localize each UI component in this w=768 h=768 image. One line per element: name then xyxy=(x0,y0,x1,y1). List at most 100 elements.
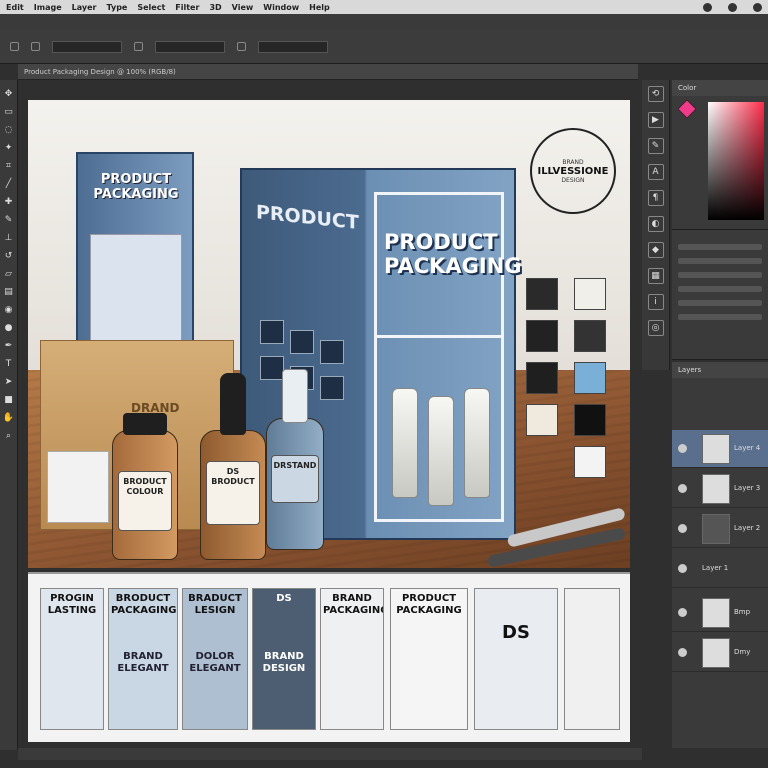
visibility-eye-icon[interactable] xyxy=(678,444,687,453)
big-box-front-title: PRODUCT PACKAGING xyxy=(384,230,522,278)
eraser-tool-icon[interactable]: ▱ xyxy=(3,268,15,280)
swatch-tile xyxy=(574,362,606,394)
menu-item-image[interactable]: Image xyxy=(34,3,62,12)
foreground-color-swatch[interactable] xyxy=(677,99,697,119)
lasso-tool-icon[interactable]: ◌ xyxy=(3,124,15,136)
swatch-tile xyxy=(574,446,606,478)
window-title-bar xyxy=(0,14,768,30)
document-tab[interactable]: Product Packaging Design @ 100% (RGB/8) xyxy=(18,64,638,80)
character-panel-icon[interactable]: A xyxy=(647,164,664,180)
info-panel-icon[interactable]: i xyxy=(647,294,664,310)
history-panel-icon[interactable]: ⟲ xyxy=(647,86,664,102)
history-brush-icon[interactable]: ↺ xyxy=(3,250,15,262)
menu-item-type[interactable]: Type xyxy=(106,3,127,12)
color-panel: Color xyxy=(672,80,768,230)
gradient-tool-icon[interactable]: ▤ xyxy=(3,286,15,298)
bottle-amber: DS BRODUCT xyxy=(200,373,266,560)
swatch-tile xyxy=(574,320,606,352)
styles-panel-icon[interactable]: ◆ xyxy=(647,242,664,258)
paragraph-panel-icon[interactable]: ¶ xyxy=(647,190,664,206)
option-toggle-3[interactable] xyxy=(237,42,246,51)
crop-tool-icon[interactable]: ⌗ xyxy=(3,160,15,172)
menu-item-view[interactable]: View xyxy=(232,3,254,12)
layer-row[interactable]: Bmp xyxy=(672,594,768,632)
magic-wand-tool-icon[interactable]: ✦ xyxy=(3,142,15,154)
options-bar xyxy=(0,30,768,64)
tool-preset-picker[interactable] xyxy=(10,42,19,51)
marquee-tool-icon[interactable]: ▭ xyxy=(3,106,15,118)
navigator-panel-icon[interactable]: ◎ xyxy=(647,320,664,336)
stamp-tool-icon[interactable]: ⊥ xyxy=(3,232,15,244)
variation-thumb[interactable]: BRAND PACKAGING xyxy=(320,588,384,730)
layer-row[interactable]: Dmy xyxy=(672,634,768,672)
checkbox-icon xyxy=(31,42,40,51)
document-canvas[interactable]: PRODUCT PACKAGING DRAND PRODUCT PRODUCT … xyxy=(28,100,630,568)
menu-item-edit[interactable]: Edit xyxy=(6,3,24,12)
healing-tool-icon[interactable]: ✚ xyxy=(3,196,15,208)
type-tool-icon[interactable]: T xyxy=(3,358,15,370)
zoom-tool-icon[interactable]: ⌕ xyxy=(3,430,15,442)
cardboard-sticker xyxy=(47,451,109,523)
menu-item-select[interactable]: Select xyxy=(137,3,165,12)
swatch-tile xyxy=(526,278,558,310)
small-box-title: PRODUCT PACKAGING xyxy=(93,172,179,202)
brush-panel-icon[interactable]: ✎ xyxy=(647,138,664,154)
layer-row[interactable]: Layer 2 xyxy=(672,510,768,548)
layer-row[interactable]: Layer 4 xyxy=(672,430,768,468)
color-picker-field[interactable] xyxy=(708,102,764,220)
pen-tool-icon[interactable]: ✒ xyxy=(3,340,15,352)
layer-row[interactable]: Layer 1 xyxy=(672,550,768,588)
bottle-label: DRSTAND xyxy=(271,455,319,503)
menu-item-layer[interactable]: Layer xyxy=(72,3,97,12)
menu-item-window[interactable]: Window xyxy=(263,3,299,12)
blur-tool-icon[interactable]: ◉ xyxy=(3,304,15,316)
option-toggle-2[interactable] xyxy=(134,42,143,51)
wireframe-thumb[interactable] xyxy=(564,588,620,730)
variation-thumb[interactable]: BRADUCT LESIGN DOLOR ELEGANT xyxy=(182,588,248,730)
menu-item-help[interactable]: Help xyxy=(309,3,330,12)
tools-panel: ✥ ▭ ◌ ✦ ⌗ ╱ ✚ ✎ ⊥ ↺ ▱ ▤ ◉ ● ✒ T ➤ ■ ✋ ⌕ xyxy=(0,80,18,750)
variation-thumb[interactable]: DS BRAND DESIGN xyxy=(252,588,316,730)
color-panel-header[interactable]: Color xyxy=(672,80,768,96)
variation-thumb[interactable]: PROGIN LASTING xyxy=(40,588,104,730)
status-icon[interactable] xyxy=(703,2,712,12)
path-select-tool-icon[interactable]: ➤ xyxy=(3,376,15,388)
adjustments-panel-icon[interactable]: ◐ xyxy=(647,216,664,232)
option-field-1[interactable] xyxy=(52,40,122,53)
option-field-2[interactable] xyxy=(155,40,225,53)
wifi-icon[interactable] xyxy=(728,2,737,12)
bottle-blue: DRSTAND xyxy=(266,369,324,550)
box-icon xyxy=(320,340,344,364)
layers-panel-header[interactable]: Layers xyxy=(672,362,768,378)
visibility-eye-icon[interactable] xyxy=(678,608,687,617)
menu-item-filter[interactable]: Filter xyxy=(175,3,199,12)
visibility-eye-icon[interactable] xyxy=(678,648,687,657)
battery-icon[interactable] xyxy=(753,2,762,12)
layers-panel: Layers Layer 4 Layer 3 Layer 2 Layer 1 B… xyxy=(672,362,768,748)
variation-thumb[interactable]: BRODUCT PACKAGING BRAND ELEGANT xyxy=(108,588,178,730)
option-toggle-1[interactable] xyxy=(31,42,40,51)
bottle-label: DS BRODUCT xyxy=(206,461,260,525)
visibility-eye-icon[interactable] xyxy=(678,484,687,493)
brush-tool-icon[interactable]: ✎ xyxy=(3,214,15,226)
swatches-panel-icon[interactable]: ▦ xyxy=(647,268,664,284)
option-field-3[interactable] xyxy=(258,40,328,53)
layer-row[interactable]: Layer 3 xyxy=(672,470,768,508)
variation-thumb[interactable]: PRODUCT PACKAGING xyxy=(390,588,468,730)
small-product-box: PRODUCT PACKAGING xyxy=(76,152,194,362)
move-tool-icon[interactable]: ✥ xyxy=(3,88,15,100)
shape-tool-icon[interactable]: ■ xyxy=(3,394,15,406)
box-icon xyxy=(260,320,284,344)
tool-preset-icon xyxy=(10,42,19,51)
dodge-tool-icon[interactable]: ● xyxy=(3,322,15,334)
visibility-eye-icon[interactable] xyxy=(678,564,687,573)
swatch-tile xyxy=(574,404,606,436)
menu-item-3d[interactable]: 3D xyxy=(209,3,221,12)
hand-tool-icon[interactable]: ✋ xyxy=(3,412,15,424)
actions-panel-icon[interactable]: ▶ xyxy=(647,112,664,128)
visibility-eye-icon[interactable] xyxy=(678,524,687,533)
eyedropper-tool-icon[interactable]: ╱ xyxy=(3,178,15,190)
variation-thumb[interactable]: DS xyxy=(474,588,558,730)
brand-logo-stamp: BRAND ILLVESSIONE DESIGN xyxy=(530,128,616,214)
box-icon xyxy=(260,356,284,380)
